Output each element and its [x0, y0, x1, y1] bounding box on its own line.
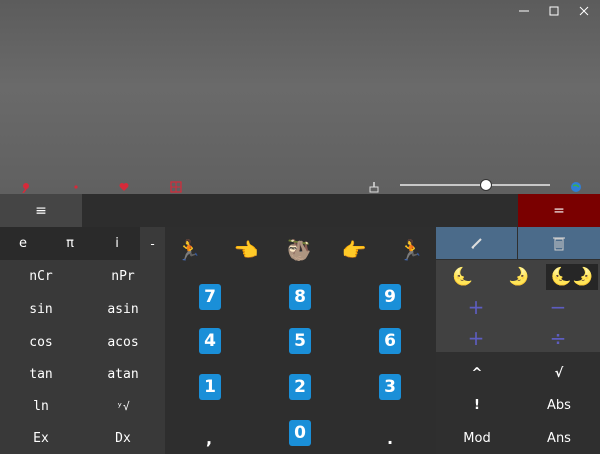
sloth-emoji-button[interactable]: 🦥	[279, 235, 319, 265]
digit-4-button[interactable]: 4	[199, 328, 221, 354]
factorial-button[interactable]: !	[436, 389, 518, 421]
slider-thumb[interactable]	[479, 179, 492, 191]
pencil-icon	[470, 238, 482, 249]
ans-button[interactable]: Ans	[518, 422, 600, 454]
cos-button[interactable]: cos	[0, 326, 82, 358]
clear-button[interactable]	[518, 227, 600, 259]
edit-button[interactable]	[436, 227, 517, 259]
function-panel: e π i - nCr nPr sin asin cos acos tan at…	[0, 227, 165, 454]
divide-button[interactable]: ÷	[538, 325, 578, 351]
minus-button[interactable]: −	[538, 294, 578, 320]
digit-8-button[interactable]: 8	[289, 284, 311, 310]
point-right-emoji-button[interactable]: 👉	[334, 235, 374, 265]
mod-button[interactable]: Mod	[436, 422, 518, 454]
equals-button[interactable]: =	[518, 194, 600, 227]
const-pi-button[interactable]: π	[46, 227, 94, 260]
zoom-slider[interactable]	[400, 179, 550, 191]
heart-icon[interactable]	[118, 178, 130, 191]
point-left-emoji-button[interactable]: 👈	[226, 235, 266, 265]
trash-icon	[553, 237, 565, 251]
minimize-button[interactable]	[512, 3, 536, 19]
expression-bar: ≡ =	[0, 194, 600, 227]
const-i-button[interactable]: i	[94, 227, 140, 260]
globe-icon[interactable]	[570, 178, 582, 192]
atan-button[interactable]: atan	[82, 358, 164, 390]
digit-0-button[interactable]: 0	[289, 420, 311, 446]
number-keypad: 🏃 👈 🦥 👉 🏃 7 8 9 4 5 6 1 2 3 , 0 .	[165, 227, 436, 454]
plus-button-2[interactable]: +	[456, 325, 496, 351]
bracket-operator-area: 🌜 🌛 🌜🌛 + − + ÷	[436, 260, 600, 352]
maximize-icon	[549, 6, 559, 16]
ln-button[interactable]: ln	[0, 390, 82, 422]
digit-2-button[interactable]: 2	[289, 374, 311, 400]
digit-5-button[interactable]: 5	[289, 328, 311, 354]
power-button[interactable]: ^	[436, 357, 518, 389]
plus-button[interactable]: +	[456, 294, 496, 320]
pin-icon[interactable]	[20, 178, 32, 194]
digit-7-button[interactable]: 7	[199, 284, 221, 310]
equals-label: =	[553, 202, 565, 219]
comma-button[interactable]: ,	[198, 426, 220, 450]
asin-button[interactable]: asin	[82, 293, 164, 325]
close-bracket-button[interactable]: 🌛	[506, 264, 532, 290]
dx-button[interactable]: Dx	[82, 422, 164, 454]
digit-3-button[interactable]: 3	[379, 374, 401, 400]
expression-input[interactable]	[82, 194, 518, 227]
operator-panel: 🌜 🌛 🌜🌛 + − + ÷ ^ √ ! Abs Mod Ans	[436, 227, 600, 454]
grid-icon[interactable]	[170, 178, 182, 193]
ncr-button[interactable]: nCr	[0, 260, 82, 292]
sqrt-button[interactable]: √	[518, 357, 600, 389]
digit-9-button[interactable]: 9	[379, 284, 401, 310]
brush-icon[interactable]	[368, 178, 380, 193]
maximize-button[interactable]	[542, 3, 566, 19]
abs-button[interactable]: Abs	[518, 389, 600, 421]
graph-canvas[interactable]	[0, 0, 600, 194]
decimal-button[interactable]: .	[379, 426, 401, 450]
constants-row: e π i -	[0, 227, 165, 260]
open-bracket-button[interactable]: 🌜	[450, 264, 476, 290]
bracket-pair-button[interactable]: 🌜🌛	[546, 264, 598, 290]
const-e-button[interactable]: e	[0, 227, 46, 260]
sin-button[interactable]: sin	[0, 293, 82, 325]
npr-button[interactable]: nPr	[82, 260, 164, 292]
dot-icon[interactable]	[70, 178, 82, 190]
ex-button[interactable]: Ex	[0, 422, 82, 454]
digit-6-button[interactable]: 6	[379, 328, 401, 354]
acos-button[interactable]: acos	[82, 326, 164, 358]
hamburger-icon: ≡	[35, 202, 47, 219]
yroot-button[interactable]: ʸ√	[82, 390, 164, 422]
menu-button[interactable]: ≡	[0, 194, 82, 227]
minimize-icon	[519, 10, 529, 12]
runner-emoji-button[interactable]: 🏃	[169, 235, 209, 265]
digit-1-button[interactable]: 1	[199, 374, 221, 400]
slider-track	[400, 184, 550, 186]
tan-button[interactable]: tan	[0, 358, 82, 390]
constants-dropdown-button[interactable]: -	[140, 227, 165, 260]
close-button[interactable]	[572, 3, 596, 19]
runner-emoji-button-2[interactable]: 🏃	[391, 235, 431, 265]
close-icon	[579, 6, 589, 16]
